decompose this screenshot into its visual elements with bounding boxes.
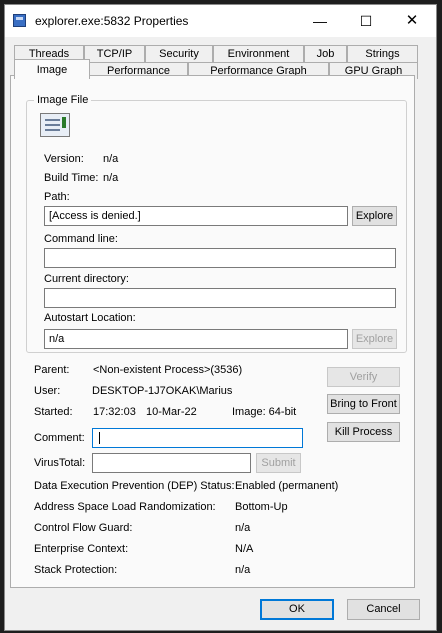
dep-status-value: Enabled (permanent) (235, 480, 339, 492)
control-flow-guard-label: Control Flow Guard: (34, 522, 133, 534)
window-title: explorer.exe:5832 Properties (35, 14, 189, 28)
bring-to-front-button[interactable]: Bring to Front (327, 394, 400, 414)
parent-value: <Non-existent Process>(3536) (93, 364, 243, 376)
app-icon (13, 14, 26, 27)
ok-button[interactable]: OK (260, 599, 334, 620)
aslr-value: Bottom-Up (235, 501, 288, 513)
kill-process-button[interactable]: Kill Process (327, 422, 400, 442)
enterprise-context-label: Enterprise Context: (34, 543, 129, 555)
user-label: User: (34, 385, 61, 397)
enterprise-context-value: N/A (235, 543, 254, 555)
image-bitness: Image: 64-bit (232, 406, 297, 418)
current-directory-label: Current directory: (44, 273, 129, 285)
stack-protection-label: Stack Protection: (34, 564, 118, 576)
verify-button[interactable]: Verify (327, 367, 400, 387)
aslr-label: Address Space Load Randomization: (34, 501, 216, 513)
command-line-field[interactable] (44, 248, 396, 268)
tab-job[interactable]: Job (304, 45, 347, 62)
build-time-label: Build Time: (44, 172, 99, 184)
submit-button[interactable]: Submit (256, 453, 301, 473)
parent-label: Parent: (34, 364, 70, 376)
tab-image[interactable]: Image (14, 59, 90, 79)
tab-environment[interactable]: Environment (213, 45, 304, 62)
close-button[interactable]: ✕ (389, 5, 435, 37)
maximize-button[interactable]: ☐ (343, 5, 389, 37)
command-line-label: Command line: (44, 233, 118, 245)
cancel-button[interactable]: Cancel (347, 599, 420, 620)
virustotal-field[interactable] (92, 453, 251, 473)
version-value: n/a (103, 153, 119, 165)
autostart-location-label: Autostart Location: (44, 312, 136, 324)
build-time-value: n/a (103, 172, 119, 184)
tab-security[interactable]: Security (145, 45, 213, 62)
tab-strings[interactable]: Strings (347, 45, 418, 62)
minimize-button[interactable]: — (297, 5, 343, 37)
tab-tcpip[interactable]: TCP/IP (84, 45, 145, 62)
path-explore-button[interactable]: Explore (352, 206, 397, 226)
comment-field[interactable] (92, 428, 303, 448)
path-label: Path: (44, 191, 70, 203)
stack-protection-value: n/a (235, 564, 251, 576)
dep-status-label: Data Execution Prevention (DEP) Status: (34, 480, 235, 492)
path-field[interactable]: [Access is denied.] (44, 206, 348, 226)
virustotal-label: VirusTotal: (34, 457, 86, 469)
current-directory-field[interactable] (44, 288, 396, 308)
image-file-group-label: Image File (34, 94, 92, 106)
title-bar: explorer.exe:5832 Properties — ☐ ✕ (5, 5, 436, 37)
autostart-explore-button[interactable]: Explore (352, 329, 397, 349)
comment-label: Comment: (34, 432, 85, 444)
started-date: 10-Mar-22 (146, 406, 197, 418)
control-flow-guard-value: n/a (235, 522, 251, 534)
started-label: Started: (34, 406, 73, 418)
user-value: DESKTOP-1J7OKAK\Marius (92, 385, 233, 397)
autostart-location-field[interactable]: n/a (44, 329, 348, 349)
version-label: Version: (44, 153, 84, 165)
executable-file-icon (40, 113, 70, 137)
started-time: 17:32:03 (93, 406, 136, 418)
